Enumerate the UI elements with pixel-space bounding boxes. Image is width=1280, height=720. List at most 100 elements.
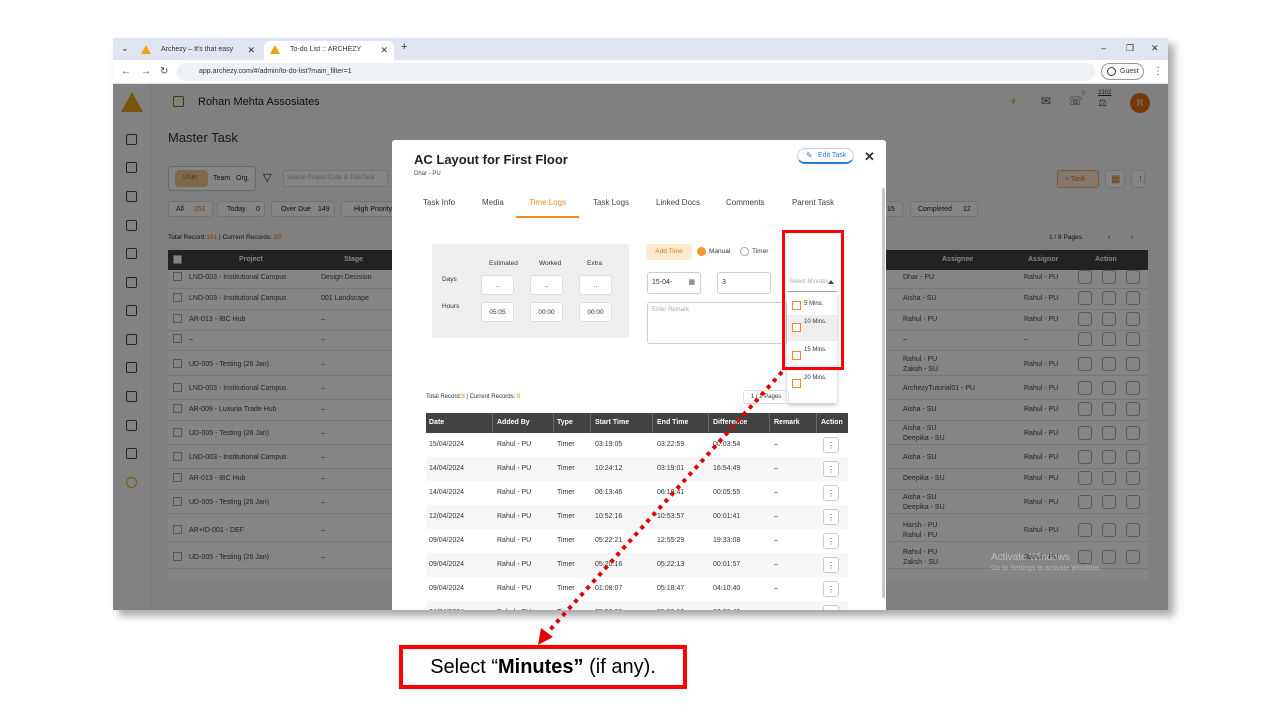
col-worked: Worked: [539, 260, 562, 267]
log-remark: –: [774, 537, 778, 544]
col-estimated: Estimated: [489, 260, 518, 267]
log-more-icon[interactable]: ⋮: [823, 461, 839, 477]
tab-media[interactable]: Media: [482, 198, 504, 207]
log-by: Rahul - PU: [497, 609, 531, 610]
col-added-by: Added By: [497, 419, 530, 426]
task-modal: AC Layout for First Floor Dhar - PU ✎ Ed…: [392, 140, 886, 610]
log-end: 05:18:47: [657, 585, 685, 592]
restore-icon[interactable]: ❐: [1126, 43, 1134, 54]
estimated-hours: 05:05: [481, 302, 514, 322]
reload-icon[interactable]: ↻: [160, 66, 168, 77]
remark-textarea[interactable]: Enter Remark: [647, 302, 787, 344]
minimize-icon[interactable]: –: [1101, 43, 1106, 53]
edit-task-label: Edit Task: [818, 152, 847, 159]
browser-tab-archezy[interactable]: Archezy – It's that easy ✕: [135, 41, 261, 60]
tab-time-logs[interactable]: Time Logs: [529, 198, 566, 207]
hours-input[interactable]: 3: [717, 272, 771, 294]
time-summary-box: Estimated Worked Extra Days Hours .. .. …: [432, 244, 629, 338]
log-end: 05:22:13: [657, 561, 685, 568]
log-more-icon[interactable]: ⋮: [823, 557, 839, 573]
close-tab-icon[interactable]: ✕: [380, 45, 388, 56]
log-type: Timer: [557, 561, 575, 568]
archezy-logo-icon: [141, 45, 151, 54]
tab-comments[interactable]: Comments: [726, 198, 765, 207]
time-log-header: Date Added By Type Start Time End Time D…: [426, 413, 848, 433]
log-diff: 19:33:08: [713, 537, 741, 544]
log-date: 14/04/2024: [429, 465, 465, 472]
log-more-icon[interactable]: ⋮: [823, 437, 839, 453]
log-current-label: | Current Records:: [466, 394, 516, 400]
log-diff: 00:05:55: [713, 489, 741, 496]
instruction-caption: Select “Minutes” (if any).: [399, 645, 687, 689]
calendar-icon[interactable]: ▦: [688, 278, 695, 286]
highlight-box: [782, 230, 844, 370]
log-more-icon[interactable]: ⋮: [823, 485, 839, 501]
log-by: Rahul - PU: [497, 513, 532, 520]
col-divider: [553, 413, 554, 433]
add-time-button[interactable]: Add Time: [646, 244, 692, 260]
option-checkbox[interactable]: [792, 379, 801, 388]
tab-task-info[interactable]: Task Info: [423, 198, 455, 207]
time-log-row: 12/04/2024 Rahul - PU Timer 10:52:16 10:53:5…: [426, 505, 848, 529]
browser-window: ⌄ Archezy – It's that easy ✕ To-do List …: [113, 38, 1168, 610]
log-start: 10:24:12: [595, 465, 623, 472]
row-hours: Hours: [442, 303, 460, 310]
tab-linked-docs[interactable]: Linked Docs: [656, 198, 700, 207]
caption-bold: Minutes”: [498, 656, 584, 678]
log-by: Rahul - PU: [497, 441, 532, 448]
tab-title: To-do List :: ARCHEZY: [290, 46, 362, 53]
minutes-option-20[interactable]: 20 Mins.: [787, 371, 837, 397]
tab-parent-task[interactable]: Parent Task: [792, 198, 834, 207]
modal-scrollbar[interactable]: [882, 188, 885, 598]
row-days: Days: [442, 276, 457, 283]
tab-search-icon[interactable]: ⌄: [121, 43, 129, 54]
manual-radio[interactable]: [697, 247, 706, 256]
caption-post: (if any).: [583, 656, 656, 678]
log-more-icon[interactable]: ⋮: [823, 605, 839, 610]
timer-radio[interactable]: [740, 247, 749, 256]
time-log-row: 04/04/2024 Rahul - PU Timer 05:58:36 05:59:1…: [426, 601, 848, 610]
col-divider: [769, 413, 770, 433]
browser-menu-icon[interactable]: ⋮: [1153, 66, 1163, 77]
back-icon[interactable]: ←: [121, 66, 131, 77]
modal-title: AC Layout for First Floor: [414, 152, 568, 167]
log-start: 06:13:46: [595, 489, 623, 496]
archezy-app: Rohan Mehta Assosiates Master Task User …: [113, 84, 1168, 610]
address-bar: ← → ↻ app.archezy.com/#/admin/to-do-list…: [113, 60, 1168, 84]
log-total: 8: [461, 394, 465, 400]
time-log-row: 09/04/2024 Rahul - PU Timer 05:20:16 05:22:1…: [426, 553, 848, 577]
log-by: Rahul - PU: [497, 489, 532, 496]
new-tab-icon[interactable]: +: [401, 41, 407, 53]
windows-watermark: Activate Windows: [991, 552, 1070, 563]
log-more-icon[interactable]: ⋮: [823, 509, 839, 525]
close-window-icon[interactable]: ✕: [1151, 43, 1159, 54]
close-modal-icon[interactable]: ✕: [864, 149, 875, 165]
log-type: Timer: [557, 513, 575, 520]
log-more-icon[interactable]: ⋮: [823, 581, 839, 597]
col-difference: Difference: [713, 419, 748, 426]
log-diff: 00:03:54: [713, 441, 741, 448]
tab-task-logs[interactable]: Task Logs: [593, 198, 629, 207]
col-divider: [492, 413, 493, 433]
url-field[interactable]: app.archezy.com/#/admin/to-do-list?main_…: [177, 63, 1095, 81]
log-start: 05:58:36: [595, 609, 622, 610]
col-extra: Extra: [587, 260, 603, 267]
edit-task-button[interactable]: ✎ Edit Task: [797, 148, 854, 164]
log-date: 12/04/2024: [429, 513, 465, 520]
col-date: Date: [429, 419, 445, 426]
log-end: 03:22:59: [657, 441, 685, 448]
col-divider: [816, 413, 817, 433]
log-diff: 00:01:41: [713, 513, 741, 520]
extra-days: ..: [579, 275, 612, 295]
forward-icon[interactable]: →: [141, 66, 151, 77]
estimated-days: ..: [481, 275, 514, 295]
guest-profile-button[interactable]: Guest: [1101, 63, 1144, 80]
date-input[interactable]: 15-04- ▦: [647, 272, 701, 294]
modal-subtitle: Dhar - PU: [414, 171, 441, 177]
log-end: 10:53:57: [657, 513, 685, 520]
close-tab-icon[interactable]: ✕: [247, 45, 255, 56]
browser-tab-todo[interactable]: To-do List :: ARCHEZY ✕: [264, 41, 394, 60]
log-remark: –: [774, 561, 778, 568]
log-more-icon[interactable]: ⋮: [823, 533, 839, 549]
log-type: Timer: [557, 585, 575, 592]
